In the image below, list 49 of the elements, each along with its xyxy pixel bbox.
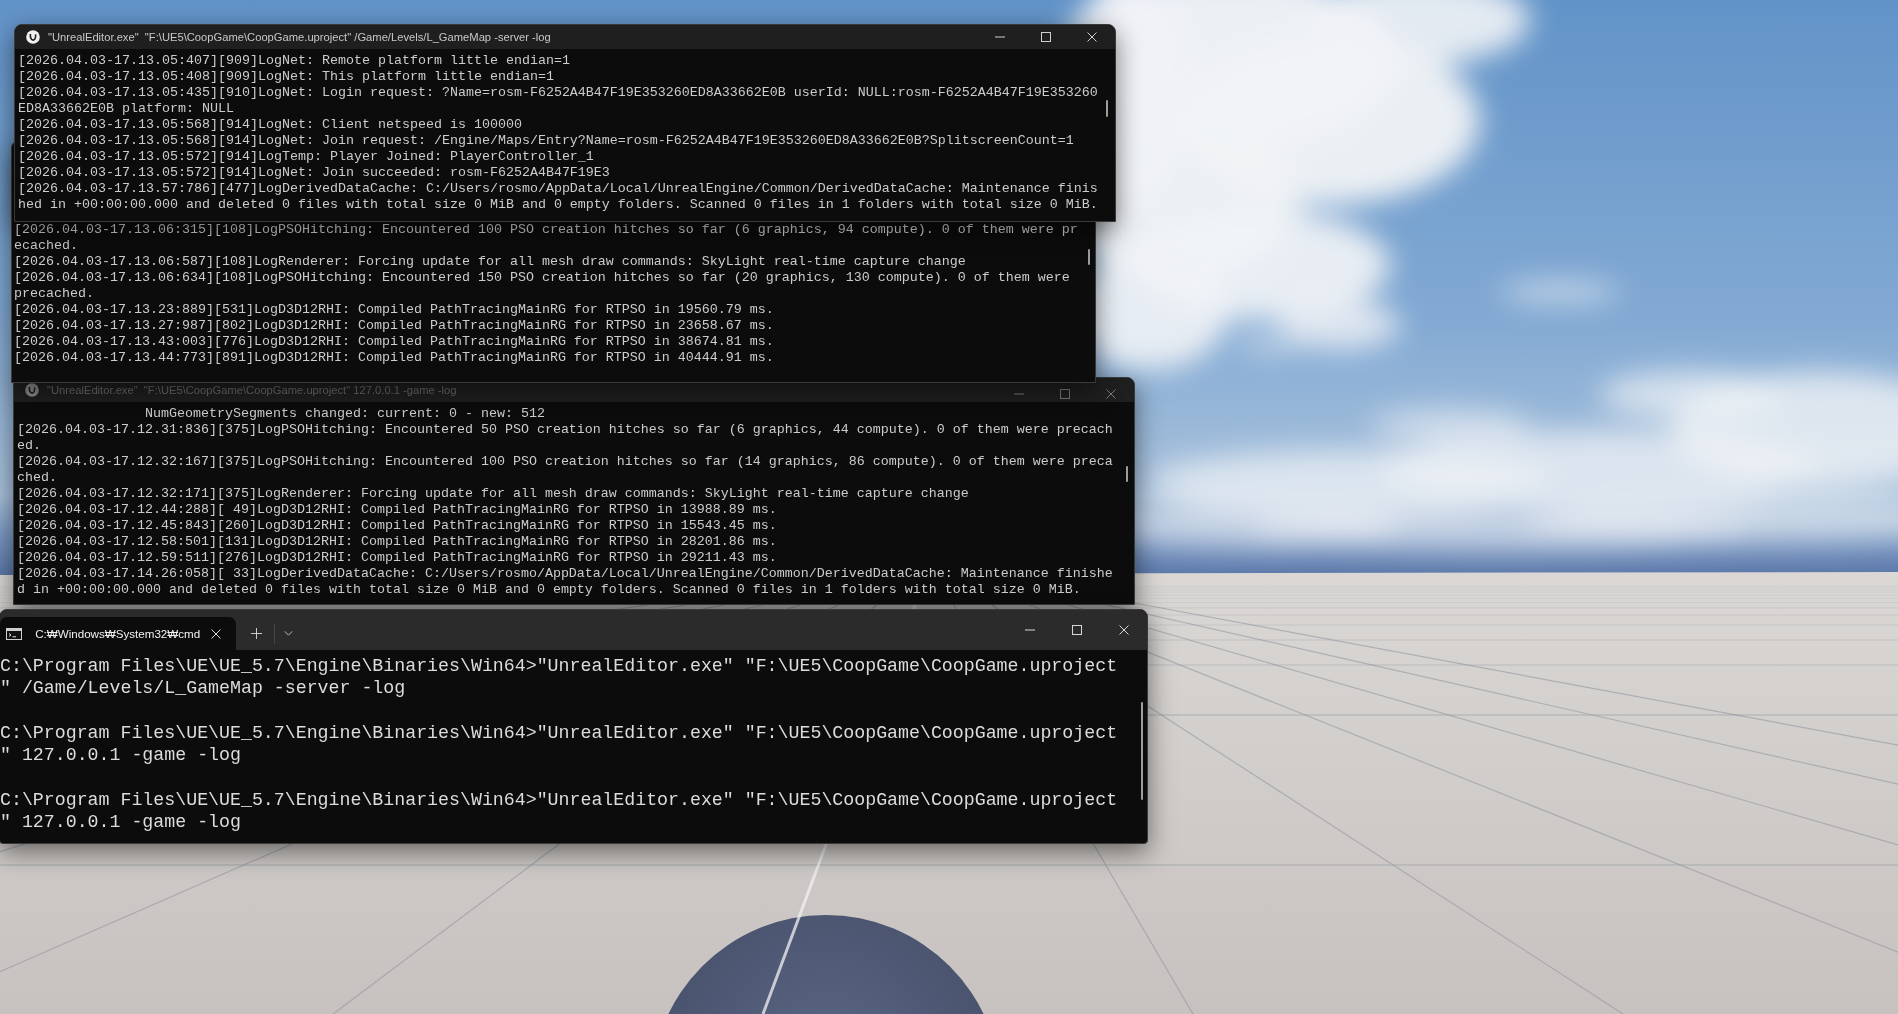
log-line: [2026.04.03-17.13.05:572][914]LogNet: Join succeeded: rosm-F6252A4B47F19E3 bbox=[18, 165, 610, 181]
close-icon bbox=[1087, 32, 1097, 42]
log-line: [2026.04.03-17.13.44:773][891]LogD3D12RHI: Compiled PathTracingMainRG for RTPSO in 40444.91 ms. bbox=[14, 350, 774, 366]
log-line: [2026.04.03-17.14.26:058][ 33]LogDerivedDataCache: C:/Users/rosmo/AppData/Local/UnrealEngine/Common/DerivedDataCache: Maintenance finished in +00:00:00.000 and deleted 0 files with total size 0 MiB and 0 empty folders. Scanned 0 files in 1 folders with total size 0 MiB. bbox=[17, 566, 1113, 598]
log-line: [2026.04.03-17.13.05:572][914]LogTemp: Player Joined: PlayerController_1 bbox=[18, 149, 594, 165]
log-line: [2026.04.03-17.13.06:587][108]LogRenderer: Forcing update for all mesh draw commands: SkyLight real-time capture change bbox=[14, 254, 966, 270]
log-line: [2026.04.03-17.12.32:167][375]LogPSOHitching: Encountered 100 PSO creation hitches so far (14 graphics, 86 compute). 0 of them were precached. bbox=[17, 454, 1113, 486]
command-line: C:\Program Files\UE\UE_5.7\Engine\Binaries\Win64>"UnrealEditor.exe" "F:\UE5\CoopGame\CoopGame.uproject" 127.0.0.1 -game -log bbox=[0, 788, 1118, 834]
log-line: [2026.04.03-17.13.05:435][910]LogNet: Login request: ?Name=rosm-F6252A4B47F19E353260ED8A33662E0B userId: NULL:rosm-F6252A4B47F19E353260ED8A33662E0B platform: NULL bbox=[18, 85, 1098, 117]
close-icon bbox=[1118, 625, 1129, 635]
log-line: [2026.04.03-17.12.44:288][ 49]LogD3D12RHI: Compiled PathTracingMainRG for RTPSO in 13988.89 ms. bbox=[17, 502, 777, 518]
circle-logo-icon bbox=[26, 30, 40, 44]
log-line: [2026.04.03-17.13.06:315][108]LogPSOHitching: Encountered 100 PSO creation hitches so far (6 graphics, 94 compute). 0 of them were precached. bbox=[14, 222, 1078, 254]
log-line: [2026.04.03-17.13.43:003][776]LogD3D12RHI: Compiled PathTracingMainRG for RTPSO in 38674.81 ms. bbox=[14, 334, 774, 350]
minimize-icon bbox=[1024, 629, 1035, 631]
log-line: NumGeometrySegments changed: current: 0 - new: 512 bbox=[144, 406, 545, 422]
maximize-icon bbox=[1060, 389, 1070, 399]
terminal-tab[interactable]: C:₩Windows₩System32₩cmd bbox=[0, 617, 236, 650]
maximize-icon bbox=[1041, 32, 1051, 42]
log-line: [2026.04.03-17.13.05:407][909]LogNet: Remote platform little endian=1 bbox=[18, 53, 570, 69]
window-title: "UnrealEditor.exe" "F:\UE5\CoopGame\CoopGame.uproject" /Game/Levels/L_GameMap -server -log bbox=[48, 30, 551, 44]
log-line: [2026.04.03-17.12.59:511][276]LogD3D12RHI: Compiled PathTracingMainRG for RTPSO in 29211.43 ms. bbox=[17, 550, 777, 566]
plus-icon bbox=[250, 628, 262, 639]
chevron-down-icon bbox=[283, 631, 293, 636]
scroll-thumb[interactable] bbox=[1126, 466, 1128, 482]
log-line: [2026.04.03-17.13.27:987][802]LogD3D12RHI: Compiled PathTracingMainRG for RTPSO in 23658.67 ms. bbox=[14, 318, 774, 334]
scroll-thumb[interactable] bbox=[1106, 100, 1108, 117]
log-line: [2026.04.03-17.13.05:568][914]LogNet: Client netspeed is 100000 bbox=[18, 117, 522, 133]
log-line: [2026.04.03-17.13.05:408][909]LogNet: This platform little endian=1 bbox=[18, 69, 554, 85]
scroll-thumb[interactable] bbox=[1141, 702, 1143, 800]
log-line: [2026.04.03-17.12.32:171][375]LogRenderer: Forcing update for all mesh draw commands: SkyLight real-time capture change bbox=[17, 486, 969, 502]
log-line: [2026.04.03-17.13.57:786][477]LogDerivedDataCache: C:/Users/rosmo/AppData/Local/UnrealEngine/Common/DerivedDataCache: Maintenance finished in +00:00:00.000 and deleted 0 files with total size 0 MiB and 0 empty folders. Scanned 0 files in 1 folders with total size 0 MiB. bbox=[18, 181, 1098, 213]
close-icon bbox=[211, 628, 221, 639]
log-line: [2026.04.03-17.13.23:889][531]LogD3D12RHI: Compiled PathTracingMainRG for RTPSO in 19560.79 ms. bbox=[14, 302, 774, 318]
log-line: [2026.04.03-17.12.45:843][260]LogD3D12RHI: Compiled PathTracingMainRG for RTPSO in 15543.45 ms. bbox=[17, 518, 777, 534]
command-line: C:\Program Files\UE\UE_5.7\Engine\Binaries\Win64>"UnrealEditor.exe" "F:\UE5\CoopGame\CoopGame.uproject" 127.0.0.1 -game -log bbox=[0, 721, 1118, 767]
terminal-icon bbox=[6, 627, 22, 640]
command-line: C:\Program Files\UE\UE_5.7\Engine\Binaries\Win64>"UnrealEditor.exe" "F:\UE5\CoopGame\CoopGame.uproject" /Game/Levels/L_GameMap -server -log bbox=[0, 655, 1118, 700]
log-line: [2026.04.03-17.12.31:836][375]LogPSOHitching: Encountered 50 PSO creation hitches so far (6 graphics, 44 compute). 0 of them were precached. bbox=[17, 422, 1113, 454]
log-line: [2026.04.03-17.12.58:501][131]LogD3D12RHI: Compiled PathTracingMainRG for RTPSO in 28201.86 ms. bbox=[17, 534, 777, 550]
circle-logo-icon bbox=[25, 383, 39, 397]
scroll-thumb[interactable] bbox=[1088, 249, 1090, 265]
maximize-icon bbox=[1071, 625, 1082, 635]
log-line: [2026.04.03-17.13.05:568][914]LogNet: Join request: /Engine/Maps/Entry?Name=rosm-F6252A4B47F19E353260ED8A33662E0B?SplitscreenCount=1 bbox=[18, 133, 1074, 149]
minimize-icon bbox=[1014, 393, 1024, 395]
window-title: "UnrealEditor.exe" "F:\UE5\CoopGame\CoopGame.uproject" 127.0.0.1 -game -log bbox=[47, 383, 457, 397]
minimize-icon bbox=[995, 36, 1005, 38]
close-icon bbox=[1106, 389, 1116, 399]
log-line: [2026.04.03-17.13.06:634][108]LogPSOHitching: Encountered 150 PSO creation hitches so far (20 graphics, 130 compute). 0 of them were precached. bbox=[14, 270, 1071, 302]
